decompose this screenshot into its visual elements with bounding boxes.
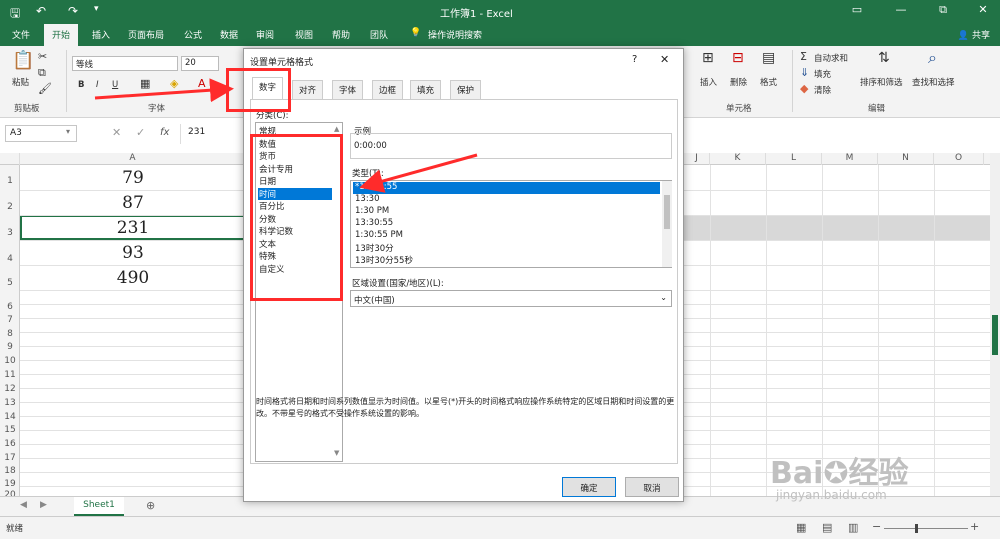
watermark-brand: Bai✪经验: [770, 448, 909, 492]
arrow-to-type-list: [359, 153, 478, 193]
watermark-brand-text: Bai: [770, 456, 824, 491]
paw-icon: ✪: [823, 456, 849, 491]
watermark-url: jingyan.baidu.com: [776, 488, 887, 502]
arrow-to-number-tab: [94, 78, 234, 103]
watermark-brand-text-2: 经验: [848, 456, 909, 491]
